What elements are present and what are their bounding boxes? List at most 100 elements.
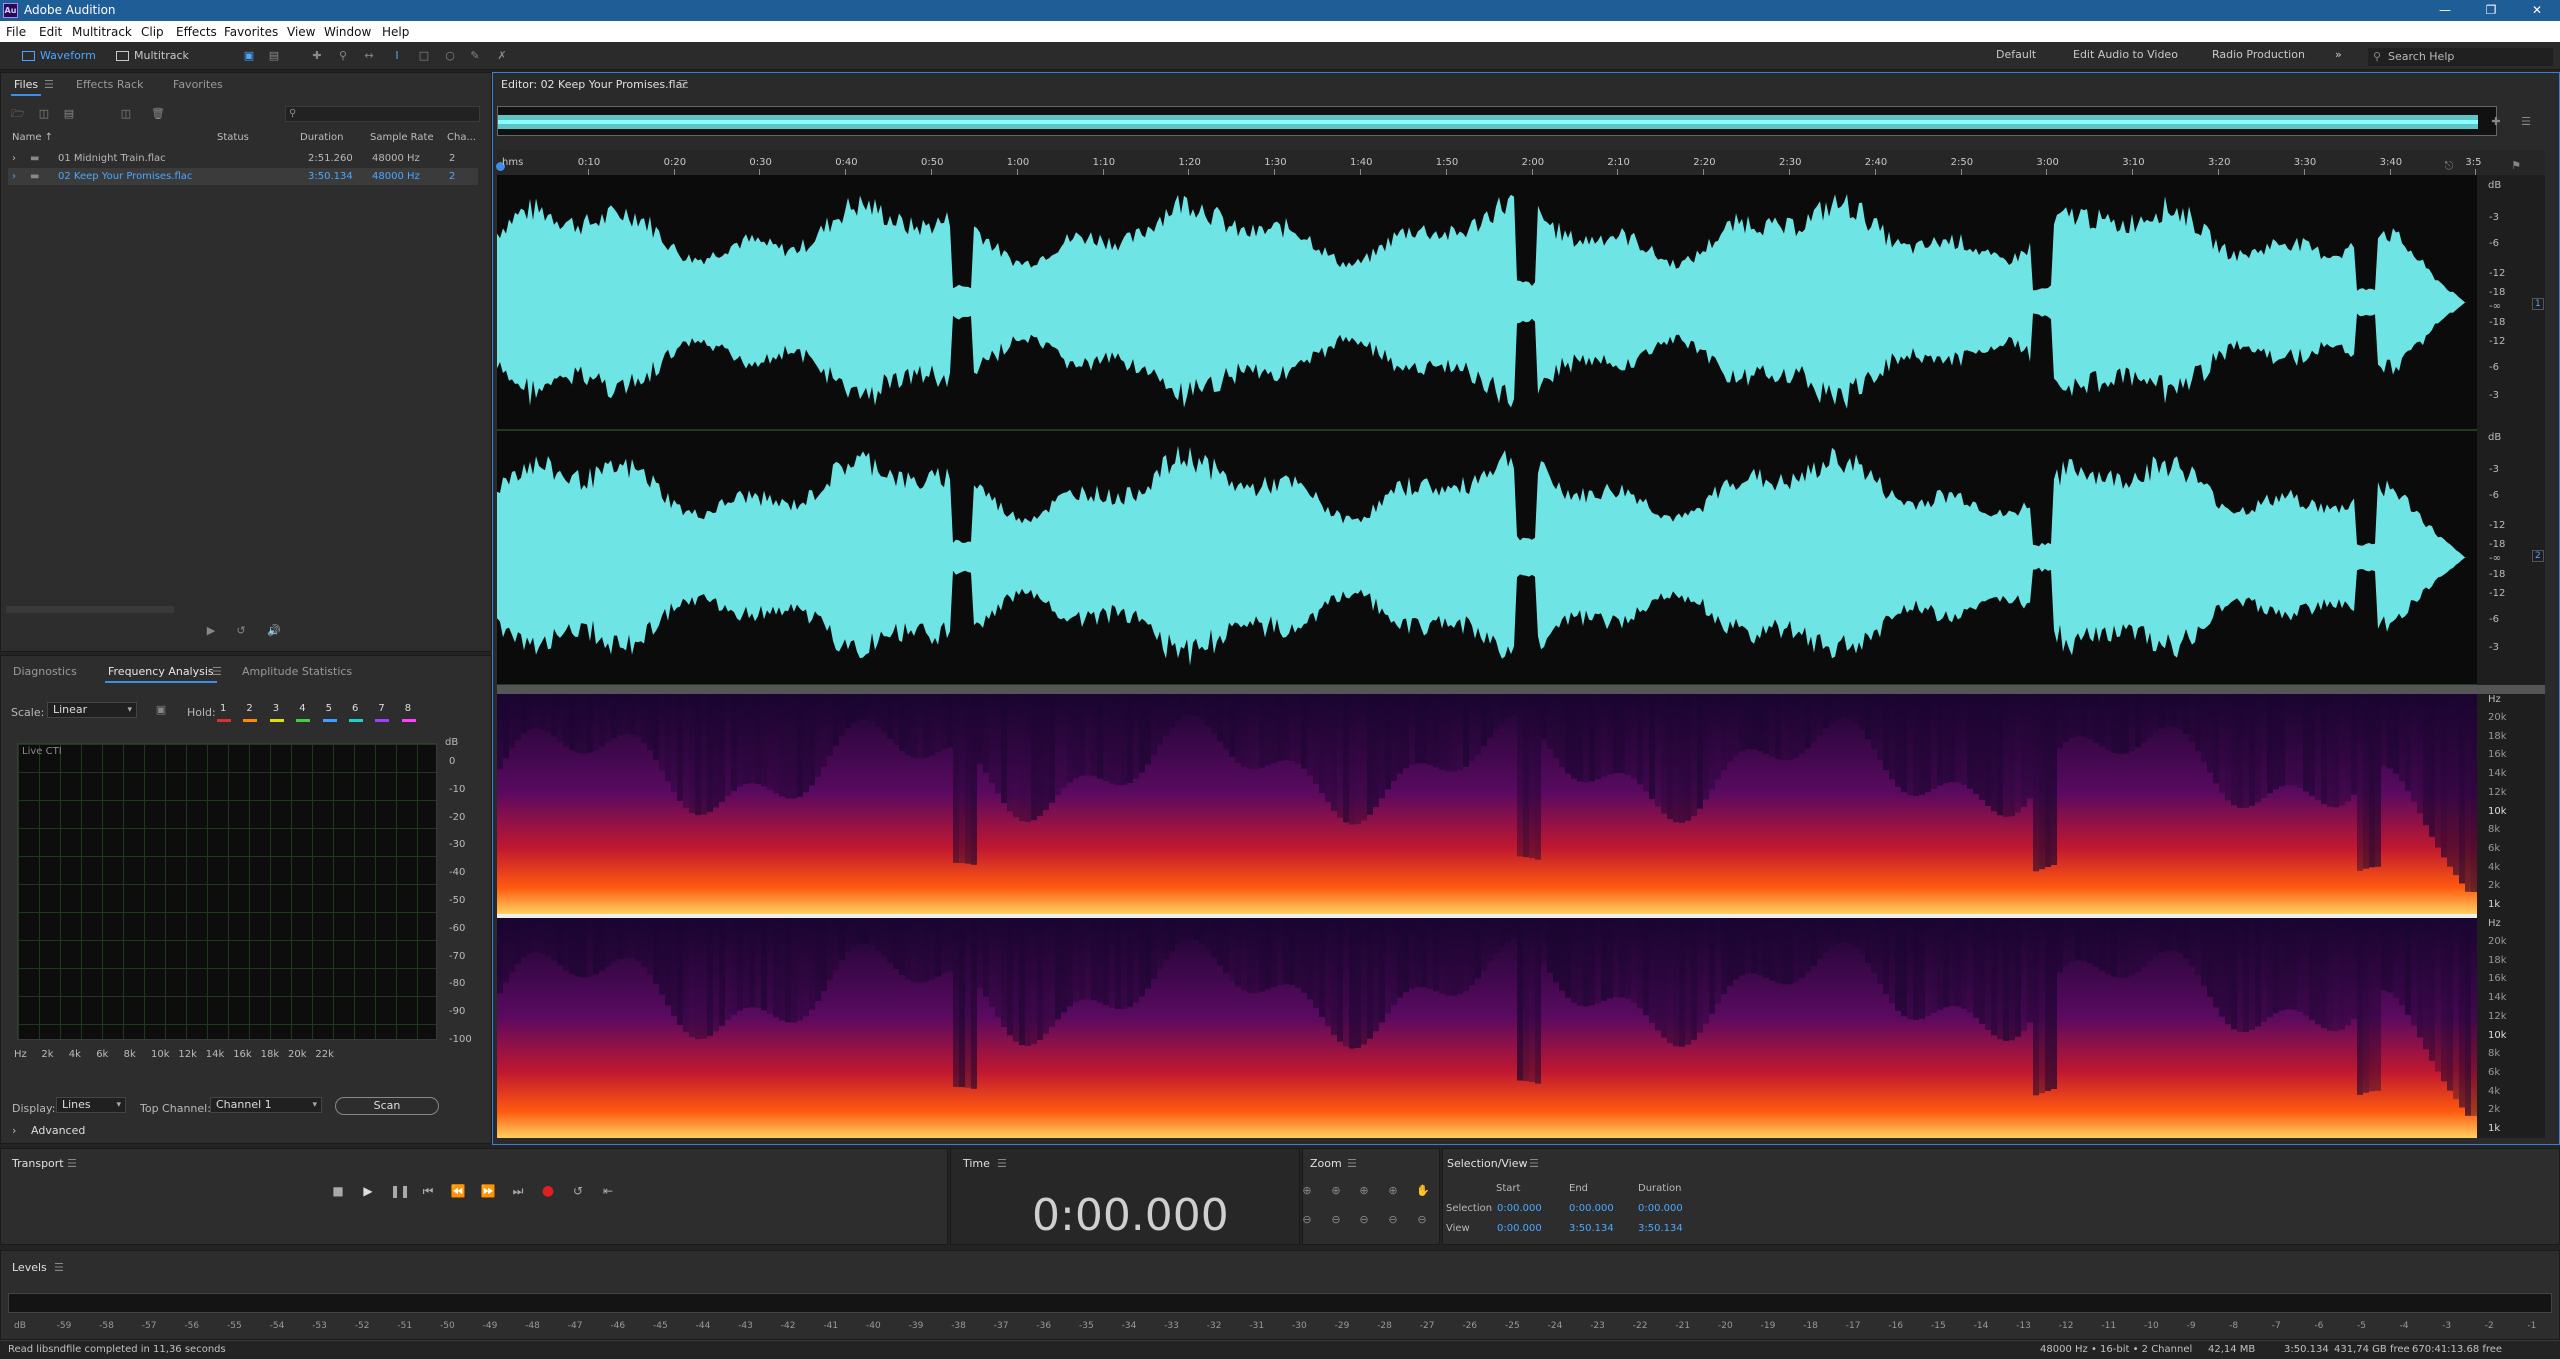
hold-button-6[interactable]: 6 xyxy=(352,703,358,714)
menu-edit[interactable]: Edit xyxy=(39,25,62,39)
scan-button[interactable]: Scan xyxy=(335,1097,439,1115)
scale-select[interactable]: Linear xyxy=(47,702,137,718)
overview-bar[interactable] xyxy=(497,106,2497,136)
col-name[interactable]: Name ↑ xyxy=(12,132,53,143)
zoom-out-full-icon[interactable]: ⊖ xyxy=(1330,1214,1342,1226)
menu-file[interactable]: File xyxy=(6,25,26,39)
brush-tool-icon[interactable]: ✎ xyxy=(469,50,481,62)
files-scrollbar[interactable] xyxy=(6,606,174,613)
time-selection-tool-icon[interactable]: I xyxy=(391,50,403,62)
channel-1-badge[interactable]: 1 xyxy=(2532,298,2544,310)
analysis-panel-menu-icon[interactable]: ☰ xyxy=(212,665,222,678)
top-channel-select[interactable]: Channel 1 xyxy=(210,1097,322,1113)
waveform-view[interactable] xyxy=(497,175,2477,686)
sv-view-start[interactable]: 0:00.000 xyxy=(1497,1223,1542,1234)
sv-selection-duration[interactable]: 0:00.000 xyxy=(1638,1203,1683,1214)
play-preview-icon[interactable]: ▶ xyxy=(205,625,217,637)
fast-forward-button[interactable]: ⏩ xyxy=(480,1183,496,1199)
workspace-radio-production[interactable]: Radio Production xyxy=(2212,48,2305,61)
levels-menu-icon[interactable]: ☰ xyxy=(54,1261,64,1274)
zoom-selection-icon[interactable]: ⊕ xyxy=(1358,1185,1370,1197)
zoom-in-time-icon[interactable]: ⊕ xyxy=(1330,1185,1342,1197)
col-duration[interactable]: Duration xyxy=(300,132,343,143)
menu-help[interactable]: Help xyxy=(382,25,409,39)
files-panel-menu-icon[interactable]: ☰ xyxy=(44,78,54,91)
skip-to-start-button[interactable]: ⏮ xyxy=(420,1183,436,1199)
pitch-display-icon[interactable]: ▤ xyxy=(268,50,280,62)
sv-view-duration[interactable]: 3:50.134 xyxy=(1638,1223,1683,1234)
zoom-in-amplitude-icon[interactable]: ⊕ xyxy=(1301,1185,1313,1197)
delete-file-icon[interactable]: 🗑 xyxy=(151,108,165,120)
skip-selection-button[interactable]: ⇤ xyxy=(600,1183,616,1199)
loop-playback-button[interactable]: ↺ xyxy=(570,1183,586,1199)
tab-amplitude-statistics[interactable]: Amplitude Statistics xyxy=(242,665,352,678)
view-options-icon[interactable]: ☰ xyxy=(2520,116,2532,128)
marker-icon[interactable]: ⚑ xyxy=(2510,160,2522,172)
spectral-view[interactable] xyxy=(497,694,2477,1138)
transport-menu-icon[interactable]: ☰ xyxy=(67,1157,77,1170)
more-workspaces-icon[interactable]: » xyxy=(2335,48,2342,61)
marquee-tool-icon[interactable]: □ xyxy=(418,50,430,62)
move-tool-icon[interactable]: ✚ xyxy=(311,50,323,62)
tab-files[interactable]: Files xyxy=(10,78,42,96)
skip-to-end-button[interactable]: ⏭ xyxy=(510,1183,526,1199)
hold-button-8[interactable]: 8 xyxy=(405,703,411,714)
selection-view-menu-icon[interactable]: ☰ xyxy=(1529,1157,1539,1170)
expand-icon[interactable]: › xyxy=(12,150,16,167)
menu-view[interactable]: View xyxy=(287,25,315,39)
stop-button[interactable]: ■ xyxy=(330,1183,346,1199)
play-button[interactable]: ▶ xyxy=(360,1183,376,1199)
menu-effects[interactable]: Effects xyxy=(176,25,217,39)
zoom-hand-icon[interactable]: ✋ xyxy=(1416,1185,1430,1197)
tab-effects-rack[interactable]: Effects Rack xyxy=(76,78,143,91)
slip-tool-icon[interactable]: ↔ xyxy=(363,50,375,62)
spot-healing-icon[interactable]: ✗ xyxy=(496,50,508,62)
zoom-menu-icon[interactable]: ☰ xyxy=(1347,1157,1357,1170)
pause-button[interactable]: ❚❚ xyxy=(390,1183,410,1199)
import-file-icon[interactable]: ◫ xyxy=(38,108,50,120)
sv-selection-start[interactable]: 0:00.000 xyxy=(1497,1203,1542,1214)
minimize-icon[interactable]: — xyxy=(2422,0,2468,21)
zoom-in-point-icon[interactable]: ⊕ xyxy=(1387,1185,1399,1197)
waveform-mode-button[interactable]: Waveform xyxy=(18,47,96,65)
time-menu-icon[interactable]: ☰ xyxy=(997,1157,1007,1170)
menu-clip[interactable]: Clip xyxy=(141,25,164,39)
workspace-default[interactable]: Default xyxy=(1996,48,2036,61)
hold-button-4[interactable]: 4 xyxy=(299,703,305,714)
col-status[interactable]: Status xyxy=(217,132,249,143)
tab-diagnostics[interactable]: Diagnostics xyxy=(13,665,77,678)
zoom-reset-icon[interactable]: ⊖ xyxy=(1416,1214,1428,1226)
search-help-input[interactable]: ⚲ Search Help xyxy=(2368,48,2553,66)
zoom-out-overview-icon[interactable]: ✚ xyxy=(2490,116,2502,128)
advanced-expand-icon[interactable]: › xyxy=(12,1124,16,1137)
hold-button-3[interactable]: 3 xyxy=(273,703,279,714)
sv-view-end[interactable]: 3:50.134 xyxy=(1569,1223,1614,1234)
files-search-input[interactable]: ⚲ xyxy=(285,106,480,122)
loop-preview-icon[interactable]: ↺ xyxy=(235,625,247,637)
restore-icon[interactable]: ❐ xyxy=(2468,0,2514,21)
display-select[interactable]: Lines xyxy=(56,1097,126,1113)
close-icon[interactable]: ✕ xyxy=(2514,0,2560,21)
new-file-icon[interactable]: ▤ xyxy=(63,108,75,120)
advanced-icon[interactable]: ▣ xyxy=(155,704,167,716)
menu-multitrack[interactable]: Multitrack xyxy=(72,25,132,39)
editor-menu-icon[interactable]: ☰ xyxy=(678,78,688,91)
multitrack-mode-button[interactable]: Multitrack xyxy=(112,47,189,65)
workspace-edit-audio-to-video[interactable]: Edit Audio to Video xyxy=(2073,48,2178,61)
expand-icon[interactable]: › xyxy=(12,168,16,185)
zoom-out-time-icon[interactable]: ⊖ xyxy=(1358,1214,1370,1226)
menu-window[interactable]: Window xyxy=(324,25,371,39)
file-row[interactable]: › ▬ 01 Midnight Train.flac 2:51.260 4800… xyxy=(8,150,478,167)
zoom-out-amplitude-icon[interactable]: ⊖ xyxy=(1301,1214,1313,1226)
tab-frequency-analysis[interactable]: Frequency Analysis xyxy=(105,665,217,683)
sv-selection-end[interactable]: 0:00.000 xyxy=(1569,1203,1614,1214)
col-channels[interactable]: Cha... xyxy=(447,132,476,143)
advanced-label[interactable]: Advanced xyxy=(31,1124,85,1137)
hold-button-7[interactable]: 7 xyxy=(378,703,384,714)
lock-icon[interactable]: ⎋ xyxy=(2443,160,2455,172)
tab-favorites[interactable]: Favorites xyxy=(173,78,223,91)
autoplay-icon[interactable]: 🔊 xyxy=(267,625,281,637)
insert-multitrack-icon[interactable]: ◫ xyxy=(120,108,132,120)
hold-button-1[interactable]: 1 xyxy=(220,703,226,714)
channel-2-badge[interactable]: 2 xyxy=(2532,550,2544,562)
